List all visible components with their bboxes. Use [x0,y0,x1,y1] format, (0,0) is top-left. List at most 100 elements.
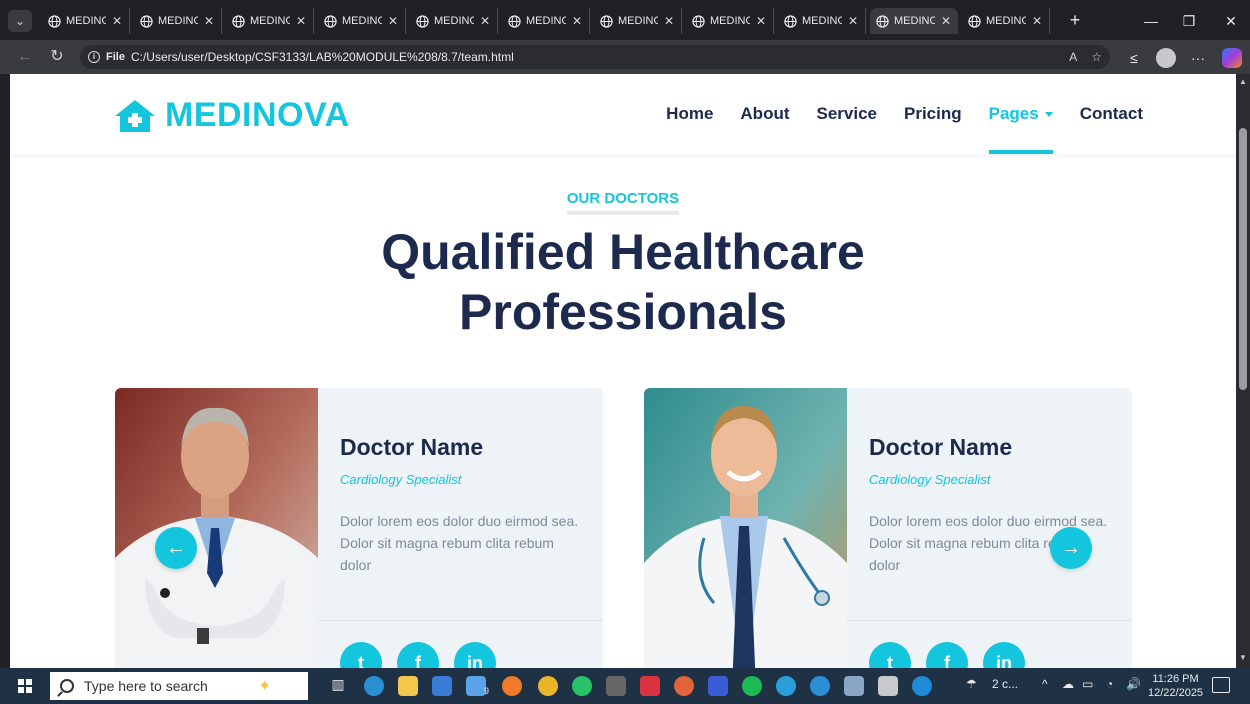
notifications-icon[interactable] [1212,677,1230,693]
whatsapp-icon[interactable] [572,676,592,696]
nav-link-pages[interactable]: Pages [988,74,1053,154]
url-text[interactable]: C:/Users/user/Desktop/CSF3133/LAB%20MODU… [131,50,514,64]
tray-chevron-icon[interactable]: ^ [1042,677,1048,691]
tab-title: MEDINOVA [618,15,658,27]
minimize-icon[interactable]: — [1140,10,1162,32]
close-tab-icon[interactable]: ✕ [755,14,767,28]
back-icon[interactable]: ← [14,46,36,68]
facebook-icon[interactable]: f [926,642,968,668]
scroll-up-icon[interactable]: ▲ [1238,78,1248,86]
weather-text[interactable]: 2 c... [992,677,1018,691]
browser-tab[interactable]: MEDINOVA ✕ [594,8,682,34]
facebook-icon[interactable]: f [397,642,439,668]
twitter-icon[interactable]: t [869,642,911,668]
close-tab-icon[interactable]: ✕ [479,14,491,28]
nav-link-service[interactable]: Service [817,74,878,154]
copilot-icon[interactable] [1222,48,1242,68]
tab-actions-menu-button[interactable]: ⌄ [8,10,32,32]
scroll-down-icon[interactable]: ▼ [1238,654,1248,662]
chrome-profile-icon[interactable] [674,676,694,696]
close-tab-icon[interactable]: ✕ [387,14,399,28]
tab-title: MEDINOVA [894,15,935,27]
profile-avatar-icon[interactable] [1156,48,1176,68]
browser-tab[interactable]: MEDINOVA ✕ [778,8,866,34]
close-tab-icon[interactable]: ✕ [295,14,307,28]
carousel-next-button[interactable]: → [1050,527,1092,569]
linkedin-icon[interactable]: in [454,642,496,668]
cloud-icon[interactable]: ☁ [1062,677,1074,691]
browser-tab[interactable]: MEDINOVA ✕ [42,8,130,34]
close-tab-icon[interactable]: ✕ [203,14,215,28]
store-icon[interactable] [432,676,452,696]
section-title: Qualified Healthcare Professionals [10,222,1236,342]
scrollbar-thumb[interactable] [1239,128,1247,390]
globe-icon [324,14,337,28]
tab-title: MEDINOVA [710,15,750,27]
new-tab-button[interactable]: + [1064,10,1086,32]
edge-active-icon[interactable] [810,676,830,696]
arrow-right-icon: → [1061,536,1081,559]
close-tab-icon[interactable]: ✕ [663,14,675,28]
edge-icon[interactable] [364,676,384,696]
close-tab-icon[interactable]: ✕ [111,14,123,28]
snipping-icon[interactable] [878,676,898,696]
info-icon[interactable]: i [88,51,100,63]
wifi-icon[interactable]: ◔ [1106,677,1113,691]
wps-icon[interactable] [640,676,660,696]
browser-tab[interactable]: MEDINOVA ✕ [134,8,222,34]
nav-link-about[interactable]: About [740,74,789,154]
doctor-description: Dolor lorem eos dolor duo eirmod sea. Do… [340,513,579,573]
favorite-star-icon[interactable]: ☆ [1091,50,1102,64]
carousel-prev-button[interactable]: ← [155,527,197,569]
linkedin-icon[interactable]: in [983,642,1025,668]
browser-tab[interactable]: MEDINOVA ✕ [962,8,1050,34]
volume-icon[interactable]: 🔊 [1126,677,1141,691]
read-aloud-icon[interactable]: A [1069,50,1077,64]
doctor-info: Doctor Name Cardiology Specialist Dolor … [847,388,1132,668]
arrow-left-icon: ← [166,536,186,559]
spotify-icon[interactable] [742,676,762,696]
favorites-icon[interactable]: ≤ [1124,48,1144,68]
battery-icon[interactable]: ▭ [1082,677,1093,691]
weather-icon[interactable]: ☂ [966,677,977,691]
browser-tab[interactable]: MEDINOVA ✕ [318,8,406,34]
nav-link-home[interactable]: Home [666,74,713,154]
doctor-name: Doctor Name [340,434,484,460]
chrome-icon[interactable] [538,676,558,696]
windows-start-icon[interactable] [18,679,32,693]
close-tab-icon[interactable]: ✕ [940,14,952,28]
tab-title: MEDINOVA [66,15,106,27]
refresh-icon[interactable]: ↻ [46,46,68,68]
task-view-icon[interactable]: ▥ [328,676,348,696]
app-icon[interactable] [606,676,626,696]
browser-tab[interactable]: MEDINOVA ✕ [226,8,314,34]
sparkle-icon[interactable]: ✦ [258,676,271,696]
twitter-icon[interactable]: t [340,642,382,668]
caret-down-icon [1044,111,1053,117]
firefox-icon[interactable] [502,676,522,696]
mail-icon[interactable] [466,676,486,696]
more-options-icon[interactable]: ··· [1188,48,1208,68]
browser-tab[interactable]: MEDINOVA ✕ [686,8,774,34]
close-window-icon[interactable]: ✕ [1220,10,1242,32]
globe-icon [48,14,61,28]
nav-link-label: Contact [1079,104,1143,123]
restore-icon[interactable]: ❐ [1178,10,1200,32]
clock[interactable]: 11:26 PM 12/22/2025 [1148,672,1203,700]
brand-logo[interactable]: MEDINOVA [113,96,350,135]
close-tab-icon[interactable]: ✕ [847,14,859,28]
nav-link-pricing[interactable]: Pricing [904,74,962,154]
browser-tab[interactable]: MEDINOVA ✕ [502,8,590,34]
telegram-icon[interactable] [776,676,796,696]
close-tab-icon[interactable]: ✕ [571,14,583,28]
browser-tab[interactable]: MEDINOVA ✕ [410,8,498,34]
nav-link-contact[interactable]: Contact [1080,74,1143,154]
address-bar[interactable]: i File C:/Users/user/Desktop/CSF3133/LAB… [80,45,1110,69]
notes-icon[interactable] [844,676,864,696]
file-explorer-icon[interactable] [398,676,418,696]
close-tab-icon[interactable]: ✕ [1031,14,1043,28]
help-icon[interactable] [912,676,932,696]
browser-tab[interactable]: MEDINOVA ✕ [870,8,958,34]
globe-icon [600,14,613,28]
vscode-icon[interactable] [708,676,728,696]
